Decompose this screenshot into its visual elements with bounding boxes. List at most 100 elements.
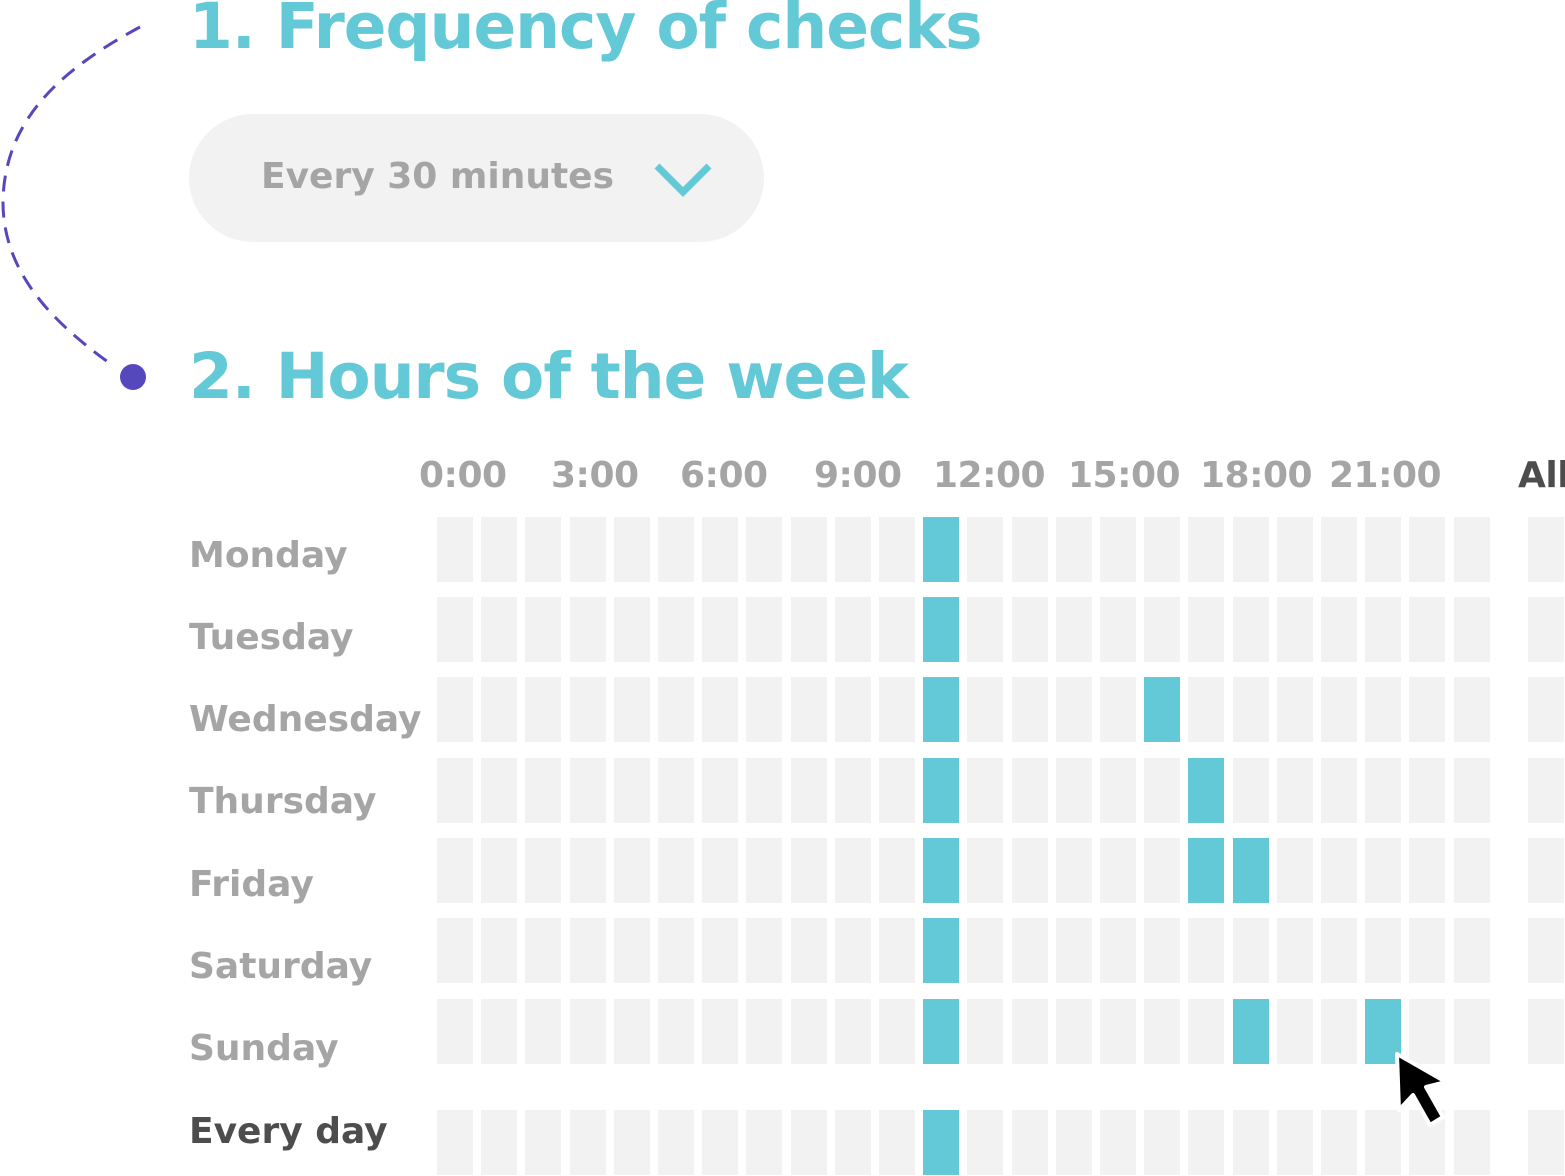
hour-cell[interactable] <box>1100 918 1136 983</box>
hour-cell[interactable] <box>1276 1110 1313 1175</box>
hour-cell[interactable] <box>1055 517 1092 582</box>
hour-cell[interactable] <box>702 918 739 983</box>
hour-cell[interactable] <box>1011 999 1048 1064</box>
hour-cell[interactable] <box>1409 838 1446 903</box>
hour-cell[interactable] <box>481 1110 518 1175</box>
hour-cell[interactable] <box>1188 918 1225 983</box>
hour-cell[interactable] <box>1100 677 1136 742</box>
hour-cell[interactable] <box>923 1110 960 1175</box>
hour-cell[interactable] <box>790 597 827 662</box>
hour-cell[interactable] <box>1365 918 1402 983</box>
hour-cell[interactable] <box>658 677 694 742</box>
hour-cell[interactable] <box>1011 758 1048 823</box>
hour-cell[interactable] <box>1409 517 1446 582</box>
hour-cell[interactable] <box>1409 677 1446 742</box>
hour-cell[interactable] <box>1011 838 1048 903</box>
hour-cell[interactable] <box>1011 677 1048 742</box>
hour-cell[interactable] <box>1144 758 1181 823</box>
hour-cell[interactable] <box>746 838 783 903</box>
hour-cell[interactable] <box>437 999 473 1064</box>
hour-cell[interactable] <box>746 758 783 823</box>
hour-cell[interactable] <box>879 597 915 662</box>
hour-cell[interactable] <box>613 677 650 742</box>
hour-cell[interactable] <box>1011 918 1048 983</box>
hour-cell[interactable] <box>702 517 739 582</box>
hour-cell[interactable] <box>834 597 871 662</box>
hour-cell[interactable] <box>790 918 827 983</box>
hour-cell[interactable] <box>525 517 562 582</box>
hour-cell[interactable] <box>658 999 694 1064</box>
hour-cell[interactable] <box>1188 838 1225 903</box>
hour-cell[interactable] <box>1011 1110 1048 1175</box>
hour-cell[interactable] <box>967 517 1004 582</box>
hour-cell[interactable] <box>569 758 606 823</box>
hour-cell[interactable] <box>1365 758 1402 823</box>
hour-cell[interactable] <box>1276 677 1313 742</box>
hour-cell[interactable] <box>481 999 518 1064</box>
hour-cell[interactable] <box>923 918 960 983</box>
hour-cell[interactable] <box>569 677 606 742</box>
hour-cell[interactable] <box>834 758 871 823</box>
hour-cell[interactable] <box>658 1110 694 1175</box>
all-hours-cell[interactable] <box>1528 838 1564 903</box>
hour-cell[interactable] <box>1055 999 1092 1064</box>
hour-cell[interactable] <box>1276 758 1313 823</box>
hour-cell[interactable] <box>1276 838 1313 903</box>
hour-cell[interactable] <box>481 677 518 742</box>
hour-cell[interactable] <box>1188 517 1225 582</box>
hour-cell[interactable] <box>569 838 606 903</box>
hour-cell[interactable] <box>1188 999 1225 1064</box>
hour-cell[interactable] <box>613 758 650 823</box>
hour-cell[interactable] <box>1409 918 1446 983</box>
hour-cell[interactable] <box>1144 999 1181 1064</box>
hour-cell[interactable] <box>967 758 1004 823</box>
hour-cell[interactable] <box>1144 838 1181 903</box>
hour-cell[interactable] <box>702 597 739 662</box>
hour-cell[interactable] <box>1055 677 1092 742</box>
hour-cell[interactable] <box>658 918 694 983</box>
hour-cell[interactable] <box>1232 517 1269 582</box>
hour-cell[interactable] <box>967 838 1004 903</box>
hour-cell[interactable] <box>1232 838 1269 903</box>
all-hours-cell[interactable] <box>1528 677 1564 742</box>
hour-cell[interactable] <box>569 597 606 662</box>
hour-cell[interactable] <box>1321 597 1357 662</box>
hour-cell[interactable] <box>1321 758 1357 823</box>
hour-cell[interactable] <box>1144 1110 1181 1175</box>
hour-cell[interactable] <box>525 677 562 742</box>
hour-cell[interactable] <box>481 597 518 662</box>
hour-cell[interactable] <box>1453 517 1490 582</box>
hour-cell[interactable] <box>879 999 915 1064</box>
hour-cell[interactable] <box>613 1110 650 1175</box>
hour-cell[interactable] <box>525 838 562 903</box>
hour-cell[interactable] <box>1453 597 1490 662</box>
hour-cell[interactable] <box>1365 597 1402 662</box>
hour-cell[interactable] <box>879 918 915 983</box>
hour-cell[interactable] <box>613 838 650 903</box>
hour-cell[interactable] <box>658 838 694 903</box>
hour-cell[interactable] <box>879 677 915 742</box>
hour-cell[interactable] <box>1055 1110 1092 1175</box>
hour-cell[interactable] <box>923 517 960 582</box>
hour-cell[interactable] <box>702 838 739 903</box>
hour-cell[interactable] <box>1011 517 1048 582</box>
hour-cell[interactable] <box>1188 758 1225 823</box>
hour-cell[interactable] <box>1055 758 1092 823</box>
hour-cell[interactable] <box>967 1110 1004 1175</box>
hour-cell[interactable] <box>1144 677 1181 742</box>
hour-cell[interactable] <box>1453 838 1490 903</box>
hour-cell[interactable] <box>790 838 827 903</box>
hour-cell[interactable] <box>1232 597 1269 662</box>
hour-cell[interactable] <box>1100 758 1136 823</box>
hour-cell[interactable] <box>437 597 473 662</box>
hour-cell[interactable] <box>613 918 650 983</box>
hour-cell[interactable] <box>1144 517 1181 582</box>
hour-cell[interactable] <box>569 517 606 582</box>
hour-cell[interactable] <box>1453 918 1490 983</box>
frequency-select[interactable]: Every 30 minutes <box>189 114 764 242</box>
hour-cell[interactable] <box>1232 677 1269 742</box>
hour-cell[interactable] <box>658 758 694 823</box>
hour-cell[interactable] <box>1409 758 1446 823</box>
hour-cell[interactable] <box>967 597 1004 662</box>
hour-cell[interactable] <box>790 758 827 823</box>
